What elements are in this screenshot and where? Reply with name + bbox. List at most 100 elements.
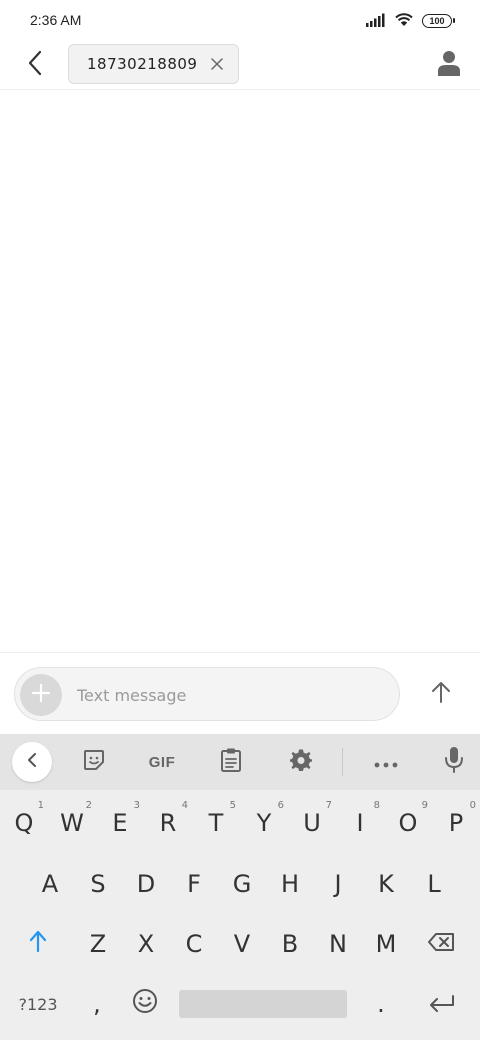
status-time: 2:36 AM: [30, 12, 82, 28]
keyboard-collapse-button[interactable]: [12, 742, 52, 782]
attach-button[interactable]: [20, 674, 62, 716]
message-input[interactable]: [77, 677, 377, 713]
key-label: P: [448, 809, 464, 837]
key-k[interactable]: K: [362, 855, 410, 913]
recipient-number: 18730218809: [87, 55, 198, 73]
key-f[interactable]: F: [170, 855, 218, 913]
key-a[interactable]: A: [26, 855, 74, 913]
emoji-icon: [132, 988, 158, 1020]
key-label: Q: [14, 809, 34, 837]
key-hint: 4: [181, 800, 188, 811]
person-icon: [438, 50, 460, 80]
plus-icon: [31, 683, 51, 707]
symbols-key[interactable]: ?123: [6, 975, 70, 1033]
key-label: R: [159, 809, 177, 837]
key-s[interactable]: S: [74, 855, 122, 913]
key-c[interactable]: C: [170, 915, 218, 973]
key-row-4: ?123 , .: [0, 975, 480, 1035]
backspace-icon: [427, 930, 455, 958]
key-r[interactable]: R4: [144, 794, 192, 852]
battery-level: 100: [429, 16, 445, 26]
gear-icon: [289, 748, 313, 776]
key-hint: 7: [325, 800, 332, 811]
key-v[interactable]: V: [218, 915, 266, 973]
shift-arrow-icon: [29, 930, 47, 958]
shift-key[interactable]: [14, 915, 62, 973]
key-label: Y: [256, 809, 272, 837]
conversation-header: 18730218809: [0, 42, 480, 90]
arrow-up-icon: [431, 681, 451, 707]
key-row-1: Q1W2E3R4T5Y6U7I8O9P0: [0, 794, 480, 854]
gif-button[interactable]: GIF: [142, 742, 182, 782]
key-n[interactable]: N: [314, 915, 362, 973]
key-h[interactable]: H: [266, 855, 314, 913]
key-hint: 3: [133, 800, 140, 811]
more-button[interactable]: [366, 742, 406, 782]
recipient-chip[interactable]: 18730218809: [68, 44, 239, 84]
key-hint: 8: [373, 800, 380, 811]
back-button[interactable]: [18, 48, 52, 82]
key-label: W: [60, 809, 84, 837]
keyboard-toolbar: GIF: [0, 734, 480, 790]
clipboard-icon: [220, 747, 242, 777]
keyboard: G I F Q 1 W 2 E 3 R 4 T 5 Y 6 U 7 I 8 O 9 …: [0, 734, 480, 1040]
toolbar-divider: [342, 748, 343, 776]
key-hint: 1: [37, 800, 44, 811]
add-contact-button[interactable]: [432, 48, 466, 82]
status-icons: 100: [366, 11, 455, 31]
key-y[interactable]: Y6: [240, 794, 288, 852]
key-label: T: [208, 809, 224, 837]
battery-icon: 100: [422, 14, 455, 28]
key-hint: 2: [85, 800, 92, 811]
key-i[interactable]: I8: [336, 794, 384, 852]
key-hint: 9: [421, 800, 428, 811]
key-j[interactable]: J: [314, 855, 362, 913]
clipboard-button[interactable]: [211, 742, 251, 782]
key-o[interactable]: O9: [384, 794, 432, 852]
backspace-key[interactable]: [416, 915, 466, 973]
key-l[interactable]: L: [410, 855, 458, 913]
key-hint: 6: [277, 800, 284, 811]
key-m[interactable]: M: [362, 915, 410, 973]
comma-key[interactable]: ,: [74, 975, 120, 1033]
send-button[interactable]: [424, 677, 458, 711]
compose-field: [14, 667, 400, 721]
space-key[interactable]: [179, 990, 347, 1018]
chevron-left-icon: [27, 752, 37, 772]
key-g[interactable]: G: [218, 855, 266, 913]
key-q[interactable]: Q1: [0, 794, 48, 852]
key-p[interactable]: P0: [432, 794, 480, 852]
enter-key[interactable]: [414, 975, 470, 1033]
key-z[interactable]: Z: [74, 915, 122, 973]
key-t[interactable]: T5: [192, 794, 240, 852]
emoji-key[interactable]: [122, 975, 168, 1033]
voice-input-button[interactable]: [434, 742, 474, 782]
wifi-icon: [394, 11, 414, 31]
sticker-button[interactable]: [74, 742, 114, 782]
remove-recipient-button[interactable]: [208, 55, 226, 73]
status-bar: 2:36 AM 100: [0, 0, 480, 42]
key-e[interactable]: E3: [96, 794, 144, 852]
enter-icon: [429, 990, 455, 1018]
sticker-icon: [82, 748, 106, 776]
period-key[interactable]: .: [358, 975, 404, 1033]
key-row-3: ZXCVBNM: [0, 915, 480, 975]
conversation-area: [0, 91, 480, 652]
key-u[interactable]: U7: [288, 794, 336, 852]
key-label: O: [398, 809, 418, 837]
key-hint: 0: [469, 800, 476, 811]
key-label: I: [356, 809, 364, 837]
key-label: E: [112, 809, 128, 837]
compose-bar: [0, 652, 480, 734]
chevron-left-icon: [27, 50, 43, 80]
key-x[interactable]: X: [122, 915, 170, 973]
signal-icon: [366, 12, 386, 31]
keyboard-settings-button[interactable]: [281, 742, 321, 782]
key-b[interactable]: B: [266, 915, 314, 973]
key-hint: 5: [229, 800, 236, 811]
key-row-2: ASDFGHJKL: [0, 855, 480, 915]
key-d[interactable]: D: [122, 855, 170, 913]
more-horizontal-icon: [374, 753, 398, 772]
key-w[interactable]: W2: [48, 794, 96, 852]
key-label: U: [303, 809, 321, 837]
